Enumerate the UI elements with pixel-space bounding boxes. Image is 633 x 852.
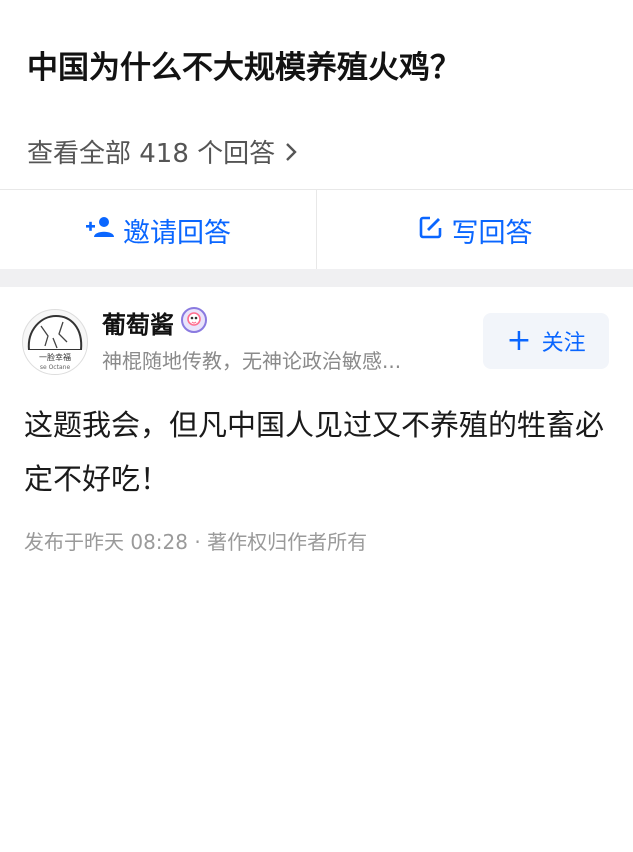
write-answer-label: 写回答	[451, 217, 533, 249]
write-answer-button[interactable]: 写回答	[316, 190, 633, 270]
view-all-answers-link[interactable]: 查看全部 418 个回答	[27, 135, 297, 173]
view-all-label: 查看全部 418 个回答	[27, 139, 276, 169]
verified-badge-icon	[180, 306, 208, 343]
follow-button[interactable]: + 关注	[483, 313, 609, 369]
avatar[interactable]: 一脸幸福 se Octane	[22, 309, 88, 375]
action-bar: 邀请回答 写回答	[0, 189, 633, 270]
add-person-icon	[85, 215, 123, 246]
edit-icon	[418, 214, 452, 247]
author-name-row: 葡萄酱	[102, 306, 208, 343]
invite-answer-label: 邀请回答	[123, 217, 231, 249]
invite-answer-button[interactable]: 邀请回答	[0, 190, 316, 270]
answer-meta: 发布于昨天 08:28 · 著作权归作者所有	[24, 530, 368, 554]
plus-icon: +	[506, 323, 532, 358]
chevron-right-icon	[285, 135, 297, 173]
answer-content: 这题我会，但凡中国人见过又不养殖的牲畜必定不好吃！	[24, 408, 605, 496]
section-divider	[0, 269, 633, 287]
author-bio: 神棍随地传教，无神论政治敏感...	[102, 349, 402, 373]
question-title: 中国为什么不大规模养殖火鸡？	[27, 50, 461, 86]
svg-text:se Octane: se Octane	[40, 364, 71, 371]
svg-text:一脸幸福: 一脸幸福	[39, 352, 71, 362]
follow-label: 关注	[541, 331, 586, 356]
author-name[interactable]: 葡萄酱	[102, 308, 174, 342]
